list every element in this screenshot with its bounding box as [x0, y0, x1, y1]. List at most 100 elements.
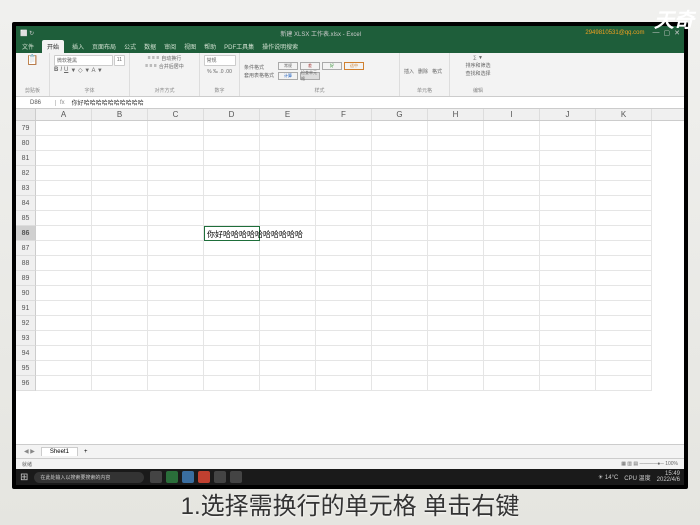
column-header[interactable]: G	[372, 109, 428, 120]
cell[interactable]	[148, 286, 204, 301]
style-calc[interactable]: 计算	[278, 72, 298, 80]
cell[interactable]	[316, 136, 372, 151]
cell[interactable]	[372, 181, 428, 196]
cell[interactable]	[36, 301, 92, 316]
cell[interactable]	[372, 241, 428, 256]
row-header[interactable]: 85	[16, 211, 36, 226]
cell[interactable]	[260, 271, 316, 286]
tab-formulas[interactable]: 公式	[124, 42, 136, 51]
cell[interactable]	[92, 301, 148, 316]
cell[interactable]	[260, 361, 316, 376]
cell[interactable]	[92, 376, 148, 391]
spreadsheet-grid[interactable]: ABCDEFGHIJK 7980818283848586你好哈哈哈哈哈哈哈哈哈哈…	[16, 109, 684, 444]
cell[interactable]	[316, 316, 372, 331]
cell[interactable]	[484, 241, 540, 256]
font-size-select[interactable]: 11	[114, 55, 125, 66]
cell[interactable]	[540, 196, 596, 211]
cell[interactable]	[484, 136, 540, 151]
cell[interactable]	[316, 241, 372, 256]
cell[interactable]	[428, 346, 484, 361]
cell[interactable]	[428, 196, 484, 211]
cell[interactable]	[540, 121, 596, 136]
cell[interactable]	[148, 151, 204, 166]
cell[interactable]	[260, 151, 316, 166]
cell[interactable]	[148, 301, 204, 316]
cell[interactable]	[260, 166, 316, 181]
cell[interactable]	[484, 286, 540, 301]
cell[interactable]	[428, 166, 484, 181]
cell[interactable]	[540, 316, 596, 331]
column-header[interactable]: I	[484, 109, 540, 120]
style-good[interactable]: 好	[322, 62, 342, 70]
cell[interactable]	[596, 331, 652, 346]
cell[interactable]	[36, 256, 92, 271]
cell[interactable]	[92, 196, 148, 211]
cell[interactable]	[92, 166, 148, 181]
cell[interactable]	[204, 241, 260, 256]
style-normal[interactable]: 常规	[278, 62, 298, 70]
cell[interactable]	[484, 346, 540, 361]
row-header[interactable]: 83	[16, 181, 36, 196]
cell[interactable]: 你好哈哈哈哈哈哈哈哈哈哈	[204, 226, 260, 241]
cell[interactable]	[484, 256, 540, 271]
row-header[interactable]: 84	[16, 196, 36, 211]
cell[interactable]	[204, 121, 260, 136]
cell[interactable]	[204, 376, 260, 391]
cell[interactable]	[260, 241, 316, 256]
cell[interactable]	[148, 346, 204, 361]
cell[interactable]	[316, 376, 372, 391]
format-table-button[interactable]: 套用表格格式	[244, 72, 274, 79]
cell[interactable]	[428, 181, 484, 196]
cell[interactable]	[92, 286, 148, 301]
cell[interactable]	[260, 316, 316, 331]
cell[interactable]	[316, 346, 372, 361]
cell[interactable]	[260, 121, 316, 136]
cell[interactable]	[484, 211, 540, 226]
cell[interactable]	[428, 241, 484, 256]
cell[interactable]	[540, 271, 596, 286]
tab-help[interactable]: 帮助	[204, 42, 216, 51]
row-header[interactable]: 90	[16, 286, 36, 301]
cell[interactable]	[372, 166, 428, 181]
cell[interactable]	[372, 256, 428, 271]
cell[interactable]	[540, 376, 596, 391]
cell[interactable]	[484, 361, 540, 376]
cell[interactable]	[484, 166, 540, 181]
cell[interactable]	[540, 136, 596, 151]
cell[interactable]	[204, 286, 260, 301]
cell[interactable]	[596, 271, 652, 286]
cell[interactable]	[540, 346, 596, 361]
cell[interactable]	[92, 361, 148, 376]
cell[interactable]	[316, 121, 372, 136]
cell[interactable]	[148, 256, 204, 271]
cell[interactable]	[148, 196, 204, 211]
cell[interactable]	[36, 181, 92, 196]
cell[interactable]	[204, 196, 260, 211]
delete-cells-button[interactable]: 删除	[418, 68, 428, 75]
cell[interactable]	[36, 166, 92, 181]
number-format-select[interactable]: 常规	[204, 55, 236, 66]
cell[interactable]	[484, 376, 540, 391]
cell[interactable]	[596, 181, 652, 196]
cell[interactable]	[372, 271, 428, 286]
cell[interactable]	[204, 361, 260, 376]
style-bad[interactable]: 差	[300, 62, 320, 70]
column-header[interactable]: E	[260, 109, 316, 120]
tab-tell-me[interactable]: 操作说明搜索	[262, 42, 298, 51]
cell[interactable]	[92, 151, 148, 166]
cell[interactable]	[484, 151, 540, 166]
cell[interactable]	[148, 331, 204, 346]
row-header[interactable]: 87	[16, 241, 36, 256]
row-header[interactable]: 91	[16, 301, 36, 316]
cell[interactable]	[372, 301, 428, 316]
cell[interactable]	[428, 211, 484, 226]
tab-file[interactable]: 文件	[22, 42, 34, 51]
cell[interactable]	[540, 256, 596, 271]
cell[interactable]	[36, 151, 92, 166]
cell[interactable]	[596, 376, 652, 391]
cell[interactable]	[36, 346, 92, 361]
tab-pdf[interactable]: PDF工具集	[224, 42, 254, 51]
cell[interactable]	[36, 331, 92, 346]
tab-layout[interactable]: 页面布局	[92, 42, 116, 51]
cell[interactable]	[372, 151, 428, 166]
